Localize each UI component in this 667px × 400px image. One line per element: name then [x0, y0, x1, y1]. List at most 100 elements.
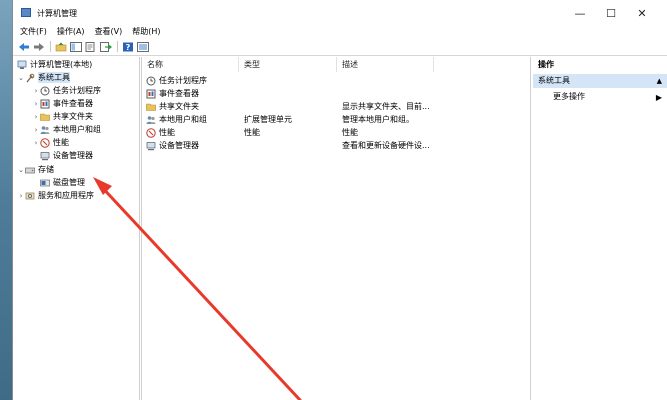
collapse-up-icon[interactable]: ▲ [657, 74, 662, 88]
clock-icon [146, 76, 156, 86]
minimize-button[interactable]: — [565, 3, 595, 23]
row-name: 事件查看器 [159, 89, 199, 98]
more-actions-label: 更多操作 [553, 92, 585, 101]
actions-section-label: 系统工具 [538, 76, 570, 85]
table-row[interactable]: 性能 性能 性能 [142, 126, 530, 139]
chevron-right-icon[interactable]: › [32, 87, 40, 95]
tree-label-device-manager: 设备管理器 [53, 151, 93, 160]
name-cell: 设备管理器 [146, 139, 199, 152]
menu-bar: 文件(F) 操作(A) 查看(V) 帮助(H) [13, 26, 667, 38]
menu-help[interactable]: 帮助(H) [127, 26, 165, 38]
table-row[interactable]: 任务计划程序 [142, 74, 530, 87]
menu-file[interactable]: 文件(F) [13, 26, 52, 38]
table-row[interactable]: 设备管理器 查看和更新设备硬件设... [142, 139, 530, 152]
chevron-right-icon: ▶ [655, 93, 662, 102]
clock-icon [40, 86, 50, 96]
row-description: 查看和更新设备硬件设... [342, 141, 430, 150]
toolbar: ? [13, 38, 667, 56]
storage-icon [25, 165, 35, 175]
tree-label-performance: 性能 [53, 138, 69, 147]
users-icon [146, 115, 156, 125]
chevron-right-icon[interactable]: › [32, 100, 40, 108]
title-bar[interactable]: 计算机管理 — ☐ ✕ [13, 0, 667, 26]
row-description: 管理本地用户和组。 [342, 115, 414, 124]
row-type: 性能 [244, 128, 260, 137]
maximize-button[interactable]: ☐ [596, 3, 626, 23]
name-cell: 事件查看器 [146, 87, 199, 100]
chevron-down-icon[interactable]: ⌄ [17, 166, 25, 174]
tree-label-root: 计算机管理(本地) [30, 60, 93, 69]
table-row[interactable]: 事件查看器 [142, 87, 530, 100]
tree-label-services: 服务和应用程序 [38, 191, 94, 200]
row-name: 共享文件夹 [159, 102, 199, 111]
tree-item-performance[interactable]: › 性能 [32, 136, 69, 149]
chevron-right-icon[interactable]: › [32, 126, 40, 134]
more-actions-item[interactable]: 更多操作 ▶ [533, 90, 667, 104]
menu-action[interactable]: 操作(A) [52, 26, 90, 38]
row-name: 性能 [159, 128, 175, 137]
row-description: 性能 [342, 128, 358, 137]
export-list-icon[interactable] [99, 41, 112, 53]
forward-icon[interactable] [32, 41, 45, 53]
users-icon [40, 125, 50, 135]
properties-icon[interactable] [84, 41, 97, 53]
column-header-description[interactable]: 描述 [337, 57, 434, 72]
row-description: 显示共享文件夹、目前... [342, 102, 430, 111]
show-hide-tree-icon[interactable] [69, 41, 82, 53]
tree-item-services[interactable]: › 服务和应用程序 [17, 189, 94, 202]
actions-pane: 操作 系统工具 ▲ 更多操作 ▶ [533, 57, 667, 400]
row-name: 任务计划程序 [159, 76, 207, 85]
tree-item-shared-folders[interactable]: › 共享文件夹 [32, 110, 93, 123]
console-view-icon[interactable] [136, 41, 149, 53]
device-manager-icon [40, 151, 50, 161]
chevron-right-icon[interactable]: › [17, 192, 25, 200]
row-name: 设备管理器 [159, 141, 199, 150]
tree-item-system-tools[interactable]: ⌄ 系统工具 [17, 71, 70, 84]
back-icon[interactable] [17, 41, 30, 53]
table-row[interactable]: 本地用户和组 扩展管理单元 管理本地用户和组。 [142, 113, 530, 126]
system-tools-icon [25, 73, 35, 83]
services-icon [25, 191, 35, 201]
tree-label-disk-management: 磁盘管理 [53, 178, 85, 187]
tree-item-task-scheduler[interactable]: › 任务计划程序 [32, 84, 101, 97]
tree-label-event-viewer: 事件查看器 [53, 99, 93, 108]
chevron-right-icon[interactable]: › [32, 139, 40, 147]
tree-label-storage: 存储 [38, 165, 54, 174]
details-list: 名称 类型 描述 任务计划程序 事件查看器 共享文件夹 显示共享文件夹、目前..… [141, 57, 531, 400]
tree-item-root[interactable]: 计算机管理(本地) [17, 58, 92, 71]
svg-text:?: ? [125, 43, 130, 52]
toolbar-separator [50, 41, 51, 52]
actions-section-system-tools[interactable]: 系统工具 ▲ [533, 74, 667, 88]
disk-management-icon [40, 178, 50, 188]
close-button[interactable]: ✕ [627, 3, 657, 23]
tree-item-local-users[interactable]: › 本地用户和组 [32, 123, 101, 136]
row-type: 扩展管理单元 [244, 115, 292, 124]
tree-item-event-viewer[interactable]: › 事件查看器 [32, 97, 93, 110]
computer-management-icon [21, 8, 31, 17]
help-icon[interactable]: ? [121, 41, 134, 53]
tree-item-device-manager[interactable]: 设备管理器 [40, 149, 93, 162]
computer-management-icon [17, 60, 27, 70]
up-folder-icon[interactable] [54, 41, 67, 53]
chevron-down-icon[interactable]: ⌄ [17, 74, 25, 82]
navigation-tree: 计算机管理(本地) ⌄ 系统工具 › 任务计划程序 › 事件查看器 › 共享文件… [15, 57, 140, 400]
folder-icon [146, 102, 156, 112]
tree-label-system-tools: 系统工具 [38, 72, 70, 83]
event-viewer-icon [146, 89, 156, 99]
tree-item-disk-management[interactable]: 磁盘管理 [40, 176, 85, 189]
column-header-name[interactable]: 名称 [142, 57, 239, 72]
name-cell: 任务计划程序 [146, 74, 207, 87]
table-row[interactable]: 共享文件夹 显示共享文件夹、目前... [142, 100, 530, 113]
column-header-type[interactable]: 类型 [239, 57, 337, 72]
menu-view[interactable]: 查看(V) [90, 26, 128, 38]
device-manager-icon [146, 141, 156, 151]
tree-label-shared-folders: 共享文件夹 [53, 112, 93, 121]
event-viewer-icon [40, 99, 50, 109]
name-cell: 性能 [146, 126, 175, 139]
chevron-right-icon[interactable]: › [32, 113, 40, 121]
tree-label-local-users: 本地用户和组 [53, 125, 101, 134]
tree-item-storage[interactable]: ⌄ 存储 [17, 163, 54, 176]
window-title: 计算机管理 [37, 9, 77, 18]
name-cell: 本地用户和组 [146, 113, 207, 126]
performance-icon [40, 137, 50, 148]
